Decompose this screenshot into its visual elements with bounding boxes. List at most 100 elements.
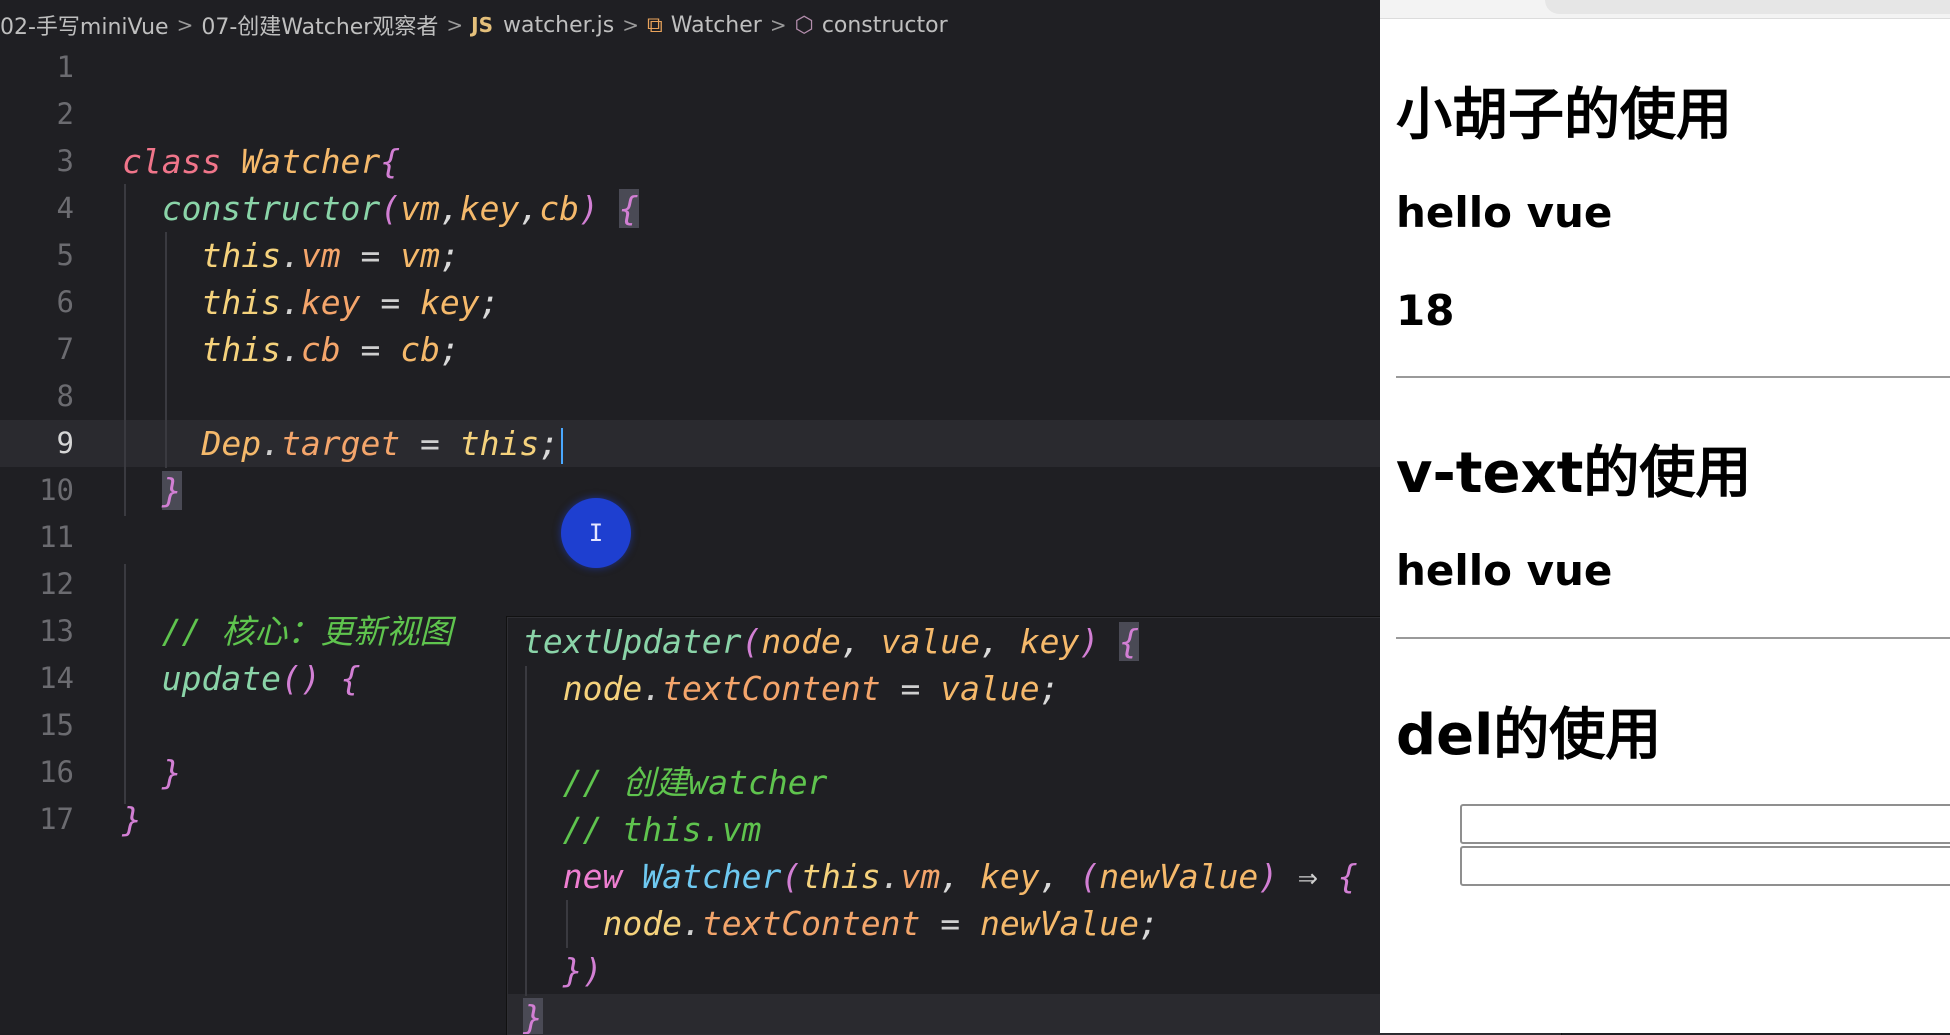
code-token: key xyxy=(1019,622,1080,661)
code-text[interactable]: } xyxy=(122,467,182,514)
code-line[interactable]: 1 xyxy=(0,44,1380,91)
code-text[interactable]: this.vm = vm; xyxy=(122,232,460,279)
code-token: ( xyxy=(380,189,401,228)
code-token: ( xyxy=(781,857,802,896)
code-token: vm xyxy=(300,236,341,275)
code-token: // this.vm xyxy=(562,810,762,849)
code-token: . xyxy=(280,236,301,275)
code-token: = xyxy=(360,283,421,322)
code-token: constructor xyxy=(161,189,381,228)
code-token: . xyxy=(280,330,301,369)
overlay-code-text: textUpdater(node, value, key) { xyxy=(523,618,1139,665)
class-symbol-icon: ⧉ xyxy=(647,12,663,38)
code-token: ⇒ xyxy=(1278,857,1338,896)
code-line[interactable]: 9 Dep.target = this; xyxy=(0,420,1380,467)
code-token: { xyxy=(340,659,361,698)
code-line[interactable]: 6 this.key = key; xyxy=(0,279,1380,326)
code-token: node xyxy=(602,904,682,943)
code-token: ; xyxy=(539,424,560,463)
code-token: Watcher xyxy=(642,857,782,896)
code-token: value xyxy=(880,622,980,661)
code-text[interactable]: Dep.target = this; xyxy=(122,420,564,467)
code-line[interactable]: 12 xyxy=(0,561,1380,608)
code-token: { xyxy=(1119,622,1139,661)
code-line[interactable]: 7 this.cb = cb; xyxy=(0,326,1380,373)
line-number: 6 xyxy=(56,285,74,319)
overlay-code-text: } xyxy=(523,994,543,1034)
breadcrumb-folder[interactable]: 07-创建Watcher观察者 xyxy=(201,9,438,41)
breadcrumb-file[interactable]: watcher.js xyxy=(503,13,614,38)
code-text[interactable]: class Watcher{ xyxy=(122,138,400,185)
line-number: 3 xyxy=(56,144,74,178)
code-token: , xyxy=(940,857,981,896)
line-number: 16 xyxy=(39,755,74,789)
breadcrumb-class[interactable]: Watcher xyxy=(671,13,762,38)
code-token: ( xyxy=(741,622,762,661)
code-token: cb xyxy=(539,189,580,228)
overlay-code-text: new Watcher(this.vm, key, (newValue) ⇒ { xyxy=(523,853,1358,900)
divider xyxy=(1396,637,1950,639)
code-line[interactable]: 8 xyxy=(0,373,1380,420)
vmodel-input-2[interactable] xyxy=(1460,846,1950,886)
code-token: , xyxy=(980,622,1020,661)
code-token: update xyxy=(161,659,281,698)
code-token: { xyxy=(618,189,639,228)
code-token: new xyxy=(562,857,623,896)
address-bar[interactable] xyxy=(1545,0,1950,14)
line-number: 11 xyxy=(39,520,74,554)
code-line[interactable]: 4 constructor(vm,key,cb) { xyxy=(0,185,1380,232)
code-line[interactable]: 3 class Watcher{ xyxy=(0,138,1380,185)
breadcrumb-method[interactable]: constructor xyxy=(822,13,948,38)
code-token: this xyxy=(801,857,881,896)
mouse-cursor-indicator: I xyxy=(561,498,631,568)
code-token: node xyxy=(761,622,841,661)
code-line[interactable]: 11 xyxy=(0,514,1380,561)
overlay-code-text: }) xyxy=(523,947,603,994)
breadcrumb-folder-root[interactable]: 02-手写miniVue xyxy=(0,9,169,41)
code-text[interactable]: update() { xyxy=(122,655,361,702)
line-number: 2 xyxy=(56,97,74,131)
code-token: ) xyxy=(1258,857,1279,896)
code-text[interactable]: } xyxy=(122,749,182,796)
code-token: Watcher xyxy=(241,142,381,181)
code-token: target xyxy=(280,424,401,463)
code-token: . xyxy=(880,857,901,896)
code-token: this xyxy=(201,236,281,275)
code-text[interactable]: this.cb = cb; xyxy=(122,326,459,373)
code-token: ( xyxy=(1079,857,1100,896)
code-token: }) xyxy=(562,951,603,990)
code-text[interactable]: this.key = key; xyxy=(122,279,499,326)
vmodel-input-1[interactable] xyxy=(1460,804,1950,844)
indent-guide xyxy=(525,666,527,996)
code-line[interactable]: 5 this.vm = vm; xyxy=(0,232,1380,279)
overlay-code-text: node.textContent = value; xyxy=(523,665,1060,712)
code-token: = xyxy=(400,424,460,463)
code-text[interactable]: constructor(vm,key,cb) { xyxy=(122,185,639,232)
code-line[interactable]: 10 } xyxy=(0,467,1380,514)
code-token: key xyxy=(420,283,480,322)
line-number: 14 xyxy=(39,661,74,695)
code-text[interactable]: // 核心：更新视图 xyxy=(122,608,453,655)
code-token: ; xyxy=(439,236,460,275)
code-token: . xyxy=(261,424,281,463)
code-token: cb xyxy=(400,330,440,369)
code-token: key xyxy=(459,189,520,228)
code-token: textContent xyxy=(701,904,921,943)
code-token: , xyxy=(840,622,881,661)
code-token: // 核心：更新视图 xyxy=(161,612,453,651)
browser-preview[interactable]: 小胡子的使用 hello vue 18 v-text的使用 hello vue … xyxy=(1380,0,1950,1033)
code-line[interactable]: 2 xyxy=(0,91,1380,138)
code-token: class xyxy=(122,142,222,181)
code-token: } xyxy=(161,753,182,792)
